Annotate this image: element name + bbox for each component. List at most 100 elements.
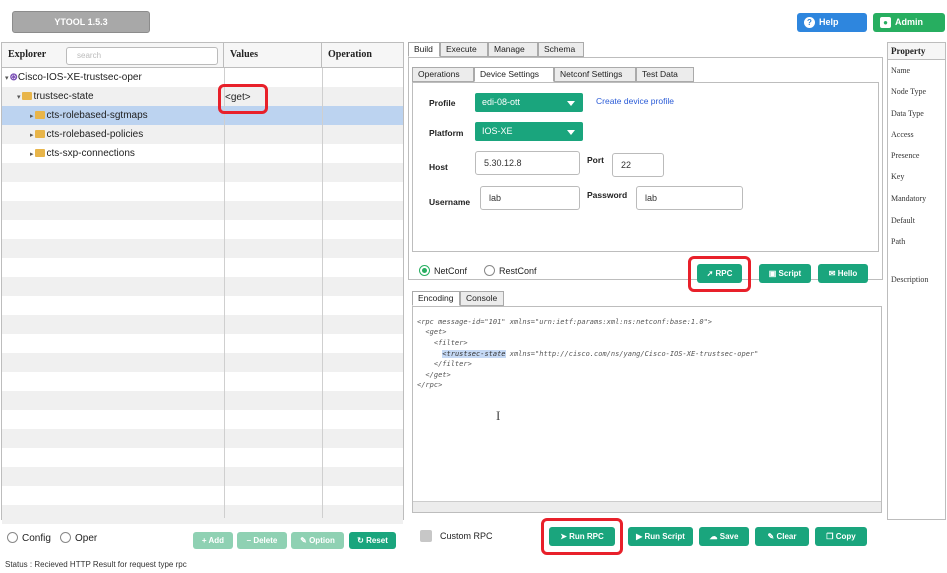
folder-icon (34, 149, 45, 157)
help-button[interactable]: ? Help (797, 13, 867, 32)
radio-selected-icon[interactable] (419, 265, 430, 276)
plus-icon: + (201, 536, 209, 545)
config-label: Config (22, 533, 51, 544)
tab-netconf-settings[interactable]: Netconf Settings (554, 67, 636, 82)
tab-manage[interactable]: Manage (488, 42, 538, 57)
operation-column-header: Operation (328, 49, 372, 60)
tree-node-label: cts-rolebased-sgtmaps (46, 110, 148, 121)
radio-icon[interactable] (484, 265, 495, 276)
custom-rpc-checkbox[interactable] (420, 530, 432, 542)
port-field[interactable]: 22 (612, 153, 664, 177)
pencil-icon: ✎ (300, 536, 310, 545)
port-label: Port (587, 155, 604, 165)
tree-node-sgtmaps[interactable]: ▸ cts-rolebased-sgtmaps (30, 109, 148, 123)
profile-value: edi-08-ott (482, 97, 521, 107)
add-button[interactable]: + Add (193, 532, 233, 549)
hello-button[interactable]: ✉ Hello (818, 264, 868, 283)
option-button[interactable]: ✎ Option (291, 532, 344, 549)
table-row (2, 410, 403, 429)
tab-test-data[interactable]: Test Data (636, 67, 694, 82)
tab-device-settings[interactable]: Device Settings (474, 67, 554, 82)
tab-execute[interactable]: Execute (440, 42, 488, 57)
tree-node-label: cts-sxp-connections (46, 148, 135, 159)
rpc-xml-line: </get> (417, 371, 451, 379)
save-button[interactable]: ☁ Save (699, 527, 749, 546)
expand-arrow-icon[interactable]: ▾ (17, 91, 21, 105)
create-device-profile-link[interactable]: Create device profile (596, 96, 674, 106)
table-row (2, 182, 403, 201)
column-divider (322, 68, 323, 518)
tree-node-sxp-connections[interactable]: ▸ cts-sxp-connections (30, 147, 135, 161)
cloud-upload-icon: ☁ (709, 532, 720, 541)
collapse-arrow-icon[interactable]: ▸ (30, 148, 34, 162)
tab-operations[interactable]: Operations (412, 67, 474, 82)
script-button[interactable]: ▣ Script (759, 264, 811, 283)
chevron-down-icon (567, 101, 575, 106)
annotation-highlight (541, 518, 623, 555)
password-field[interactable]: lab (636, 186, 743, 210)
username-field[interactable]: lab (480, 186, 580, 210)
property-mandatory: Mandatory (891, 194, 927, 203)
tab-encoding[interactable]: Encoding (412, 291, 460, 306)
ytool-window: YTOOL 1.5.3 ? Help ● Admin Explorer Valu… (0, 0, 947, 573)
property-data-type: Data Type (891, 109, 924, 118)
table-row (2, 448, 403, 467)
tree-node-trustsec-state[interactable]: ▾ trustsec-state (17, 90, 94, 104)
config-radio[interactable]: Config (7, 532, 51, 546)
table-row (2, 505, 403, 524)
netconf-label: NetConf (434, 266, 468, 276)
top-bar: YTOOL 1.5.3 ? Help ● Admin (0, 0, 947, 40)
property-path: Path (891, 237, 906, 246)
text-cursor-icon: I (496, 408, 501, 423)
rpc-editor[interactable] (412, 306, 882, 513)
users-icon: ● (880, 17, 891, 28)
chevron-down-icon (567, 130, 575, 135)
tab-build[interactable]: Build (408, 42, 440, 57)
tree-node-root[interactable]: ▾⊛Cisco-IOS-XE-trustsec-oper (5, 71, 142, 85)
expand-arrow-icon[interactable]: ▾ (5, 72, 9, 86)
collapse-arrow-icon[interactable]: ▸ (30, 129, 34, 143)
oper-label: Oper (75, 533, 98, 544)
profile-select[interactable]: edi-08-ott (475, 93, 583, 112)
delete-button[interactable]: – Delete (237, 532, 287, 549)
xmlns-attr: xmlns="http://cisco.com/ns/yang/Cisco-IO… (505, 350, 759, 358)
table-row (2, 163, 403, 182)
table-row (2, 429, 403, 448)
platform-value: IOS-XE (482, 126, 513, 136)
rpc-xml-line-highlight: <trustsec-state xmlns="http://cisco.com/… (417, 349, 758, 360)
custom-rpc-label: Custom RPC (440, 531, 493, 541)
table-row (2, 334, 403, 353)
reset-button[interactable]: ↻ Reset (349, 532, 396, 549)
highlighted-tag: <trustsec-state (442, 350, 506, 358)
property-default: Default (891, 216, 915, 225)
clear-button[interactable]: ✎ Clear (755, 527, 809, 546)
copy-button[interactable]: ❐ Copy (815, 527, 867, 546)
tree-node-policies[interactable]: ▸ cts-rolebased-policies (30, 128, 143, 142)
collapse-arrow-icon[interactable]: ▸ (30, 110, 34, 124)
editor-horizontal-scrollbar[interactable] (413, 501, 881, 512)
run-script-button[interactable]: ▶ Run Script (628, 527, 693, 546)
table-row (2, 353, 403, 372)
search-input[interactable]: search (66, 47, 218, 65)
platform-select[interactable]: IOS-XE (475, 122, 583, 141)
table-row (2, 239, 403, 258)
tab-schema[interactable]: Schema (538, 42, 584, 57)
restconf-radio[interactable]: RestConf (484, 264, 537, 278)
tab-console[interactable]: Console (460, 291, 504, 306)
table-row (2, 258, 403, 277)
copy-icon: ❐ (826, 532, 836, 541)
message-icon: ✉ (828, 269, 838, 278)
admin-label: Admin (895, 17, 923, 27)
column-divider (224, 68, 225, 518)
oper-radio[interactable]: Oper (60, 532, 97, 546)
netconf-radio[interactable]: NetConf (419, 264, 467, 278)
radio-icon[interactable] (7, 532, 18, 543)
admin-button[interactable]: ● Admin (873, 13, 945, 32)
property-panel: Property Name Node Type Data Type Access… (887, 42, 946, 520)
radio-icon[interactable] (60, 532, 71, 543)
host-field[interactable]: 5.30.12.8 (475, 151, 580, 175)
table-row (2, 486, 403, 505)
property-header: Property (888, 43, 945, 60)
file-icon: ▣ (768, 269, 779, 278)
property-key: Key (891, 172, 905, 181)
